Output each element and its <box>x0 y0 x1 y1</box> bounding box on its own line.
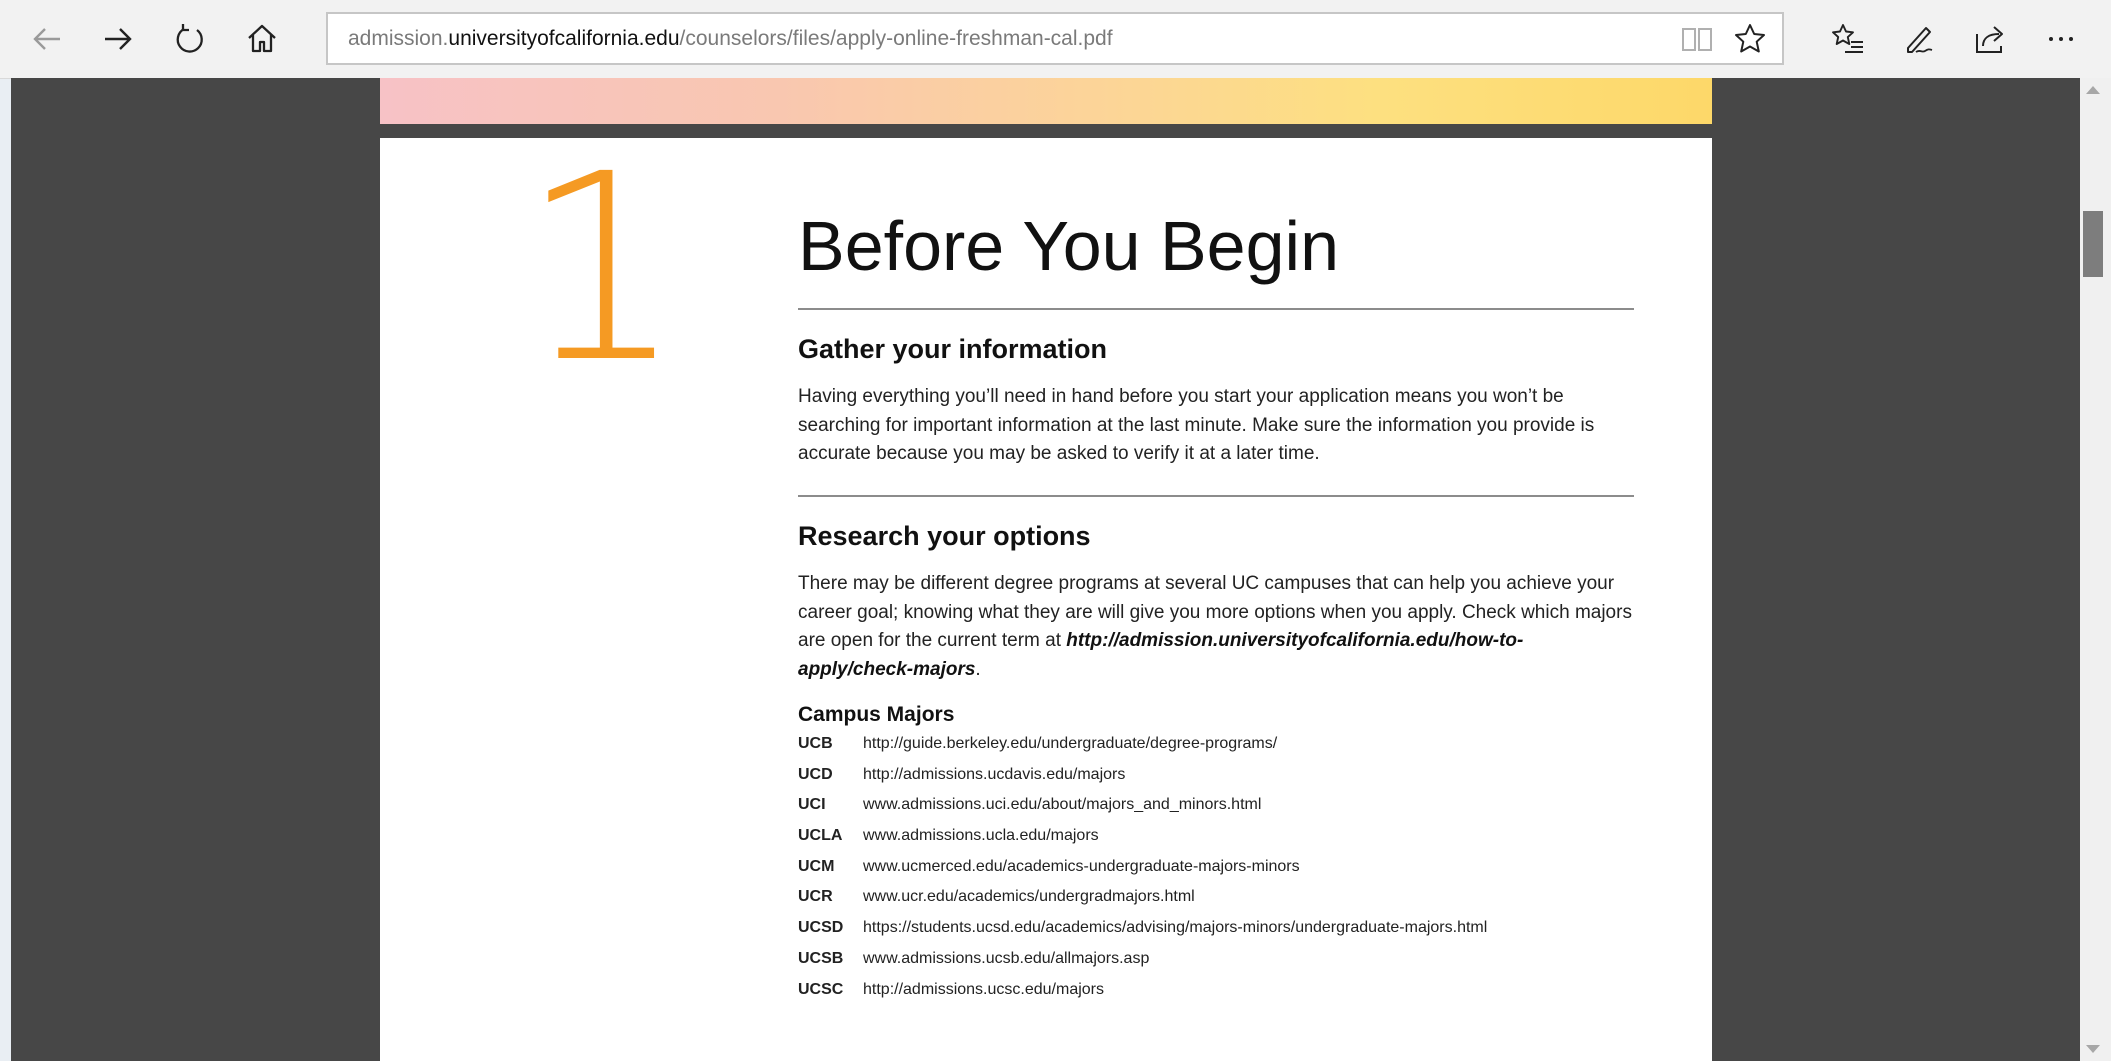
campus-majors-link[interactable]: https://students.ucsd.edu/academics/advi… <box>863 919 1487 937</box>
list-item: UCR www.ucr.edu/academics/undergradmajors… <box>798 888 1634 919</box>
list-item: UCM www.ucmerced.edu/academics-undergradu… <box>798 858 1634 889</box>
pdf-viewer[interactable]: 1 Before You Begin Gather your informati… <box>11 78 2080 1061</box>
refresh-icon <box>176 24 203 53</box>
more-icon <box>2049 37 2073 41</box>
address-bar[interactable]: admission.universityofcalifornia.edu/cou… <box>326 12 1784 65</box>
page-title: Before You Begin <box>798 207 1340 285</box>
campus-code: UCR <box>798 888 833 906</box>
vertical-scrollbar[interactable] <box>2080 78 2111 1061</box>
section-body-research: There may be different degree programs a… <box>798 570 1634 684</box>
campus-code: UCD <box>798 765 833 783</box>
campus-majors-link[interactable]: http://admissions.ucsc.edu/majors <box>863 981 1104 999</box>
forward-icon <box>105 28 132 50</box>
campus-majors-link[interactable]: www.admissions.uci.edu/about/majors_and_… <box>863 796 1261 814</box>
favorites-hub-icon <box>1832 24 1863 53</box>
section-heading-research: Research your options <box>798 521 1091 551</box>
back-icon <box>33 28 60 50</box>
campus-code: UCSB <box>798 949 844 967</box>
pen-icon <box>1907 27 1933 53</box>
back-button[interactable] <box>18 10 76 68</box>
url-domain: universityofcalifornia.edu <box>448 27 680 50</box>
campus-majors-link[interactable]: http://guide.berkeley.edu/undergraduate/… <box>863 735 1277 753</box>
share-button[interactable] <box>1961 10 2019 68</box>
campus-code: UCB <box>798 735 833 752</box>
campus-majors-list: UCB http://guide.berkeley.edu/undergradua… <box>798 735 1634 1011</box>
url-path: /counselors/files/apply-online-freshman-… <box>679 27 1113 50</box>
campus-code: UCSD <box>798 919 844 937</box>
campus-majors-link[interactable]: www.admissions.ucla.edu/majors <box>863 827 1099 845</box>
research-text-end: . <box>975 658 981 680</box>
section-heading-gather: Gather your information <box>798 334 1108 364</box>
scroll-down-icon[interactable] <box>2086 1045 2100 1053</box>
url-text[interactable]: admission.universityofcalifornia.edu/cou… <box>348 14 1113 63</box>
refresh-button[interactable] <box>161 10 219 68</box>
previous-page-banner <box>380 78 1712 124</box>
pen-button[interactable] <box>1890 10 1948 68</box>
pdf-page: 1 Before You Begin Gather your informati… <box>380 138 1712 1061</box>
browser-toolbar: admission.universityofcalifornia.edu/cou… <box>0 0 2111 79</box>
list-item: UCSD https://students.ucsd.edu/academics/… <box>798 919 1634 950</box>
scrollbar-thumb[interactable] <box>2083 211 2103 277</box>
campus-majors-link[interactable]: www.ucr.edu/academics/undergradmajors.ht… <box>863 888 1195 906</box>
more-button[interactable] <box>2032 10 2090 68</box>
step-number: 1 <box>520 119 685 419</box>
campus-code: UCI <box>798 796 826 814</box>
share-icon <box>1976 26 2003 53</box>
favorites-hub-button[interactable] <box>1819 10 1877 68</box>
campus-majors-link[interactable]: www.admissions.ucsb.edu/allmajors.asp <box>863 950 1149 968</box>
list-item: UCD http://admissions.ucdavis.edu/majors <box>798 766 1634 797</box>
list-item: UCI www.admissions.uci.edu/about/majors_a… <box>798 796 1634 827</box>
url-prefix: admission. <box>348 27 449 50</box>
list-item: UCSB www.admissions.ucsb.edu/allmajors.as… <box>798 950 1634 981</box>
divider <box>798 308 1634 310</box>
campus-code: UCSC <box>798 980 844 998</box>
list-item: UCLA www.admissions.ucla.edu/majors <box>798 827 1634 858</box>
list-item: UCB http://guide.berkeley.edu/undergradua… <box>798 735 1634 766</box>
campus-code: UCLA <box>798 827 843 845</box>
home-button[interactable] <box>233 10 291 68</box>
favorite-star-icon[interactable] <box>1733 22 1767 56</box>
reading-view-icon[interactable] <box>1680 22 1714 56</box>
campus-majors-link[interactable]: http://admissions.ucdavis.edu/majors <box>863 766 1125 784</box>
home-icon <box>248 24 276 53</box>
campus-majors-heading: Campus Majors <box>798 703 955 726</box>
forward-button[interactable] <box>89 10 147 68</box>
scroll-up-icon[interactable] <box>2086 86 2100 94</box>
campus-majors-link[interactable]: www.ucmerced.edu/academics-undergraduate… <box>863 858 1300 876</box>
divider <box>798 495 1634 497</box>
campus-code: UCM <box>798 857 835 875</box>
section-body-gather: Having everything you’ll need in hand be… <box>798 386 1595 464</box>
list-item: UCSC http://admissions.ucsc.edu/majors <box>798 981 1634 1012</box>
